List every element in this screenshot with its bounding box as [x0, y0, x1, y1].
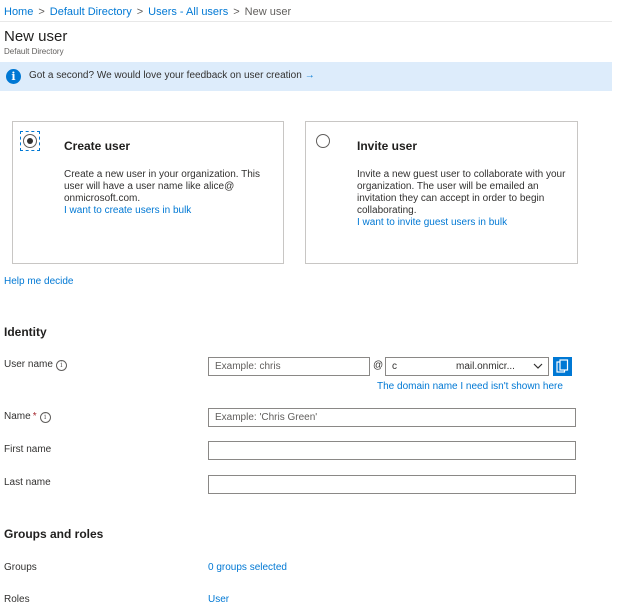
- invite-bulk-link[interactable]: I want to invite guest users in bulk: [357, 217, 571, 229]
- user-name-label: User name i: [4, 359, 67, 371]
- create-bulk-link[interactable]: I want to create users in bulk: [64, 205, 278, 217]
- user-name-input[interactable]: [208, 357, 370, 376]
- name-input[interactable]: [208, 408, 576, 427]
- identity-section-title: Identity: [4, 325, 47, 339]
- copy-icon: [556, 359, 569, 373]
- invite-user-radio[interactable]: [316, 134, 330, 148]
- name-label: Name * i: [4, 411, 51, 423]
- required-mark: *: [32, 411, 37, 422]
- breadcrumb-separator: >: [233, 6, 240, 18]
- breadcrumb-home[interactable]: Home: [4, 6, 33, 18]
- help-me-decide-link[interactable]: Help me decide: [4, 276, 73, 287]
- breadcrumb-separator: >: [38, 6, 45, 18]
- groups-label: Groups: [4, 562, 37, 573]
- domain-select[interactable]: c mail.onmicr...: [385, 357, 549, 376]
- breadcrumb-separator: >: [136, 6, 144, 18]
- page-subtitle: Default Directory: [4, 47, 64, 56]
- info-small-icon[interactable]: i: [55, 360, 67, 371]
- breadcrumb-current: New user: [244, 6, 292, 18]
- create-user-description: Create a new user in your organization. …: [64, 169, 278, 217]
- at-sign: @: [373, 360, 384, 371]
- breadcrumb-default-directory[interactable]: Default Directory: [50, 6, 132, 18]
- feedback-banner[interactable]: i Got a second? We would love your feedb…: [0, 62, 612, 91]
- first-name-input[interactable]: [208, 441, 576, 460]
- domain-value: mail.onmicr...: [456, 361, 515, 372]
- first-name-label: First name: [4, 444, 52, 455]
- info-small-icon[interactable]: i: [39, 412, 51, 423]
- invite-user-description: Invite a new guest user to collaborate w…: [357, 169, 571, 229]
- create-user-card[interactable]: Create user Create a new user in your or…: [12, 121, 284, 264]
- feedback-banner-text[interactable]: Got a second? We would love your feedbac…: [29, 70, 315, 81]
- roles-label: Roles: [4, 594, 30, 605]
- groups-roles-section-title: Groups and roles: [4, 527, 104, 541]
- invite-user-description-text: Invite a new guest user to collaborate w…: [357, 169, 566, 216]
- domain-prefix: c: [392, 361, 397, 372]
- roles-link[interactable]: User: [208, 594, 229, 605]
- header-divider: [0, 21, 612, 22]
- invite-user-title: Invite user: [357, 139, 418, 153]
- domain-not-shown-link[interactable]: The domain name I need isn't shown here: [377, 381, 563, 392]
- breadcrumb: Home > Default Directory > Users - All users…: [4, 6, 291, 18]
- invite-user-card[interactable]: Invite user Invite a new guest user to c…: [305, 121, 578, 264]
- radio-selected-dot: [27, 138, 33, 144]
- create-user-title: Create user: [64, 139, 131, 153]
- breadcrumb-users-all-users[interactable]: Users - All users: [148, 6, 228, 18]
- chevron-down-icon: [533, 363, 543, 369]
- groups-selected-link[interactable]: 0 groups selected: [208, 562, 287, 573]
- info-circle-icon: i: [6, 69, 21, 84]
- arrow-right-icon: →: [304, 70, 315, 81]
- page-title: New user: [4, 28, 68, 45]
- last-name-label: Last name: [4, 477, 51, 488]
- create-user-description-text: Create a new user in your organization. …: [64, 169, 263, 204]
- last-name-input[interactable]: [208, 475, 576, 494]
- copy-button[interactable]: [553, 357, 572, 376]
- create-user-radio[interactable]: [23, 134, 37, 148]
